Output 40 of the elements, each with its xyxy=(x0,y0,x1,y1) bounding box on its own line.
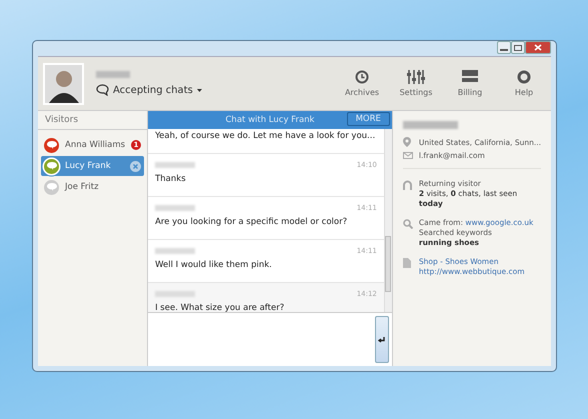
redacted-sender xyxy=(155,205,196,211)
search-icon xyxy=(402,219,413,229)
clock-icon xyxy=(355,70,369,84)
toolbar-button[interactable]: Billing xyxy=(443,70,497,97)
enter-icon xyxy=(378,336,386,342)
visitor-item[interactable]: Joe Fritz xyxy=(41,177,144,197)
chat-title: Chat with Lucy Frank xyxy=(226,115,314,125)
maximize-icon xyxy=(514,44,522,50)
caret-icon xyxy=(196,88,202,92)
send-button[interactable] xyxy=(374,316,389,363)
message-text: Well I would like them pink. xyxy=(155,260,273,270)
redacted-sender xyxy=(155,248,196,254)
minimize-button[interactable] xyxy=(497,41,511,54)
page-icon xyxy=(402,258,413,268)
status-dropdown[interactable]: Accepting chats xyxy=(96,84,202,96)
scrollbar[interactable] xyxy=(384,129,392,312)
speech-bubble-icon xyxy=(96,84,109,96)
card-icon xyxy=(462,70,478,84)
redacted-sender xyxy=(155,291,196,297)
maximize-button[interactable] xyxy=(511,41,525,54)
message-text: Yeah, of course we do. Let me have a look for you... xyxy=(155,131,376,141)
toolbar-button[interactable]: Archives xyxy=(335,70,389,97)
message-text: Thanks xyxy=(155,174,187,184)
toolbar-button[interactable]: Help xyxy=(497,70,551,97)
panel-heading: Visitors xyxy=(38,111,148,130)
message-text: I see. What size you are after? xyxy=(155,303,286,312)
avatar-photo-placeholder xyxy=(43,62,84,104)
redacted-sender xyxy=(155,162,196,168)
message-text: Are you looking for a specific model or color? xyxy=(155,217,348,227)
sliders-icon xyxy=(407,70,425,84)
redacted-name xyxy=(96,71,130,78)
close-button[interactable] xyxy=(525,41,551,54)
envelope-icon xyxy=(402,152,413,159)
visitor-item[interactable]: Lucy Frank xyxy=(41,156,144,176)
map-pin-icon xyxy=(402,137,413,147)
more-button[interactable]: MORE xyxy=(346,112,390,126)
toolbar-button[interactable]: Settings xyxy=(389,70,443,97)
redacted-name xyxy=(402,121,458,129)
lifebuoy-icon xyxy=(517,70,531,84)
close-icon xyxy=(534,44,542,51)
